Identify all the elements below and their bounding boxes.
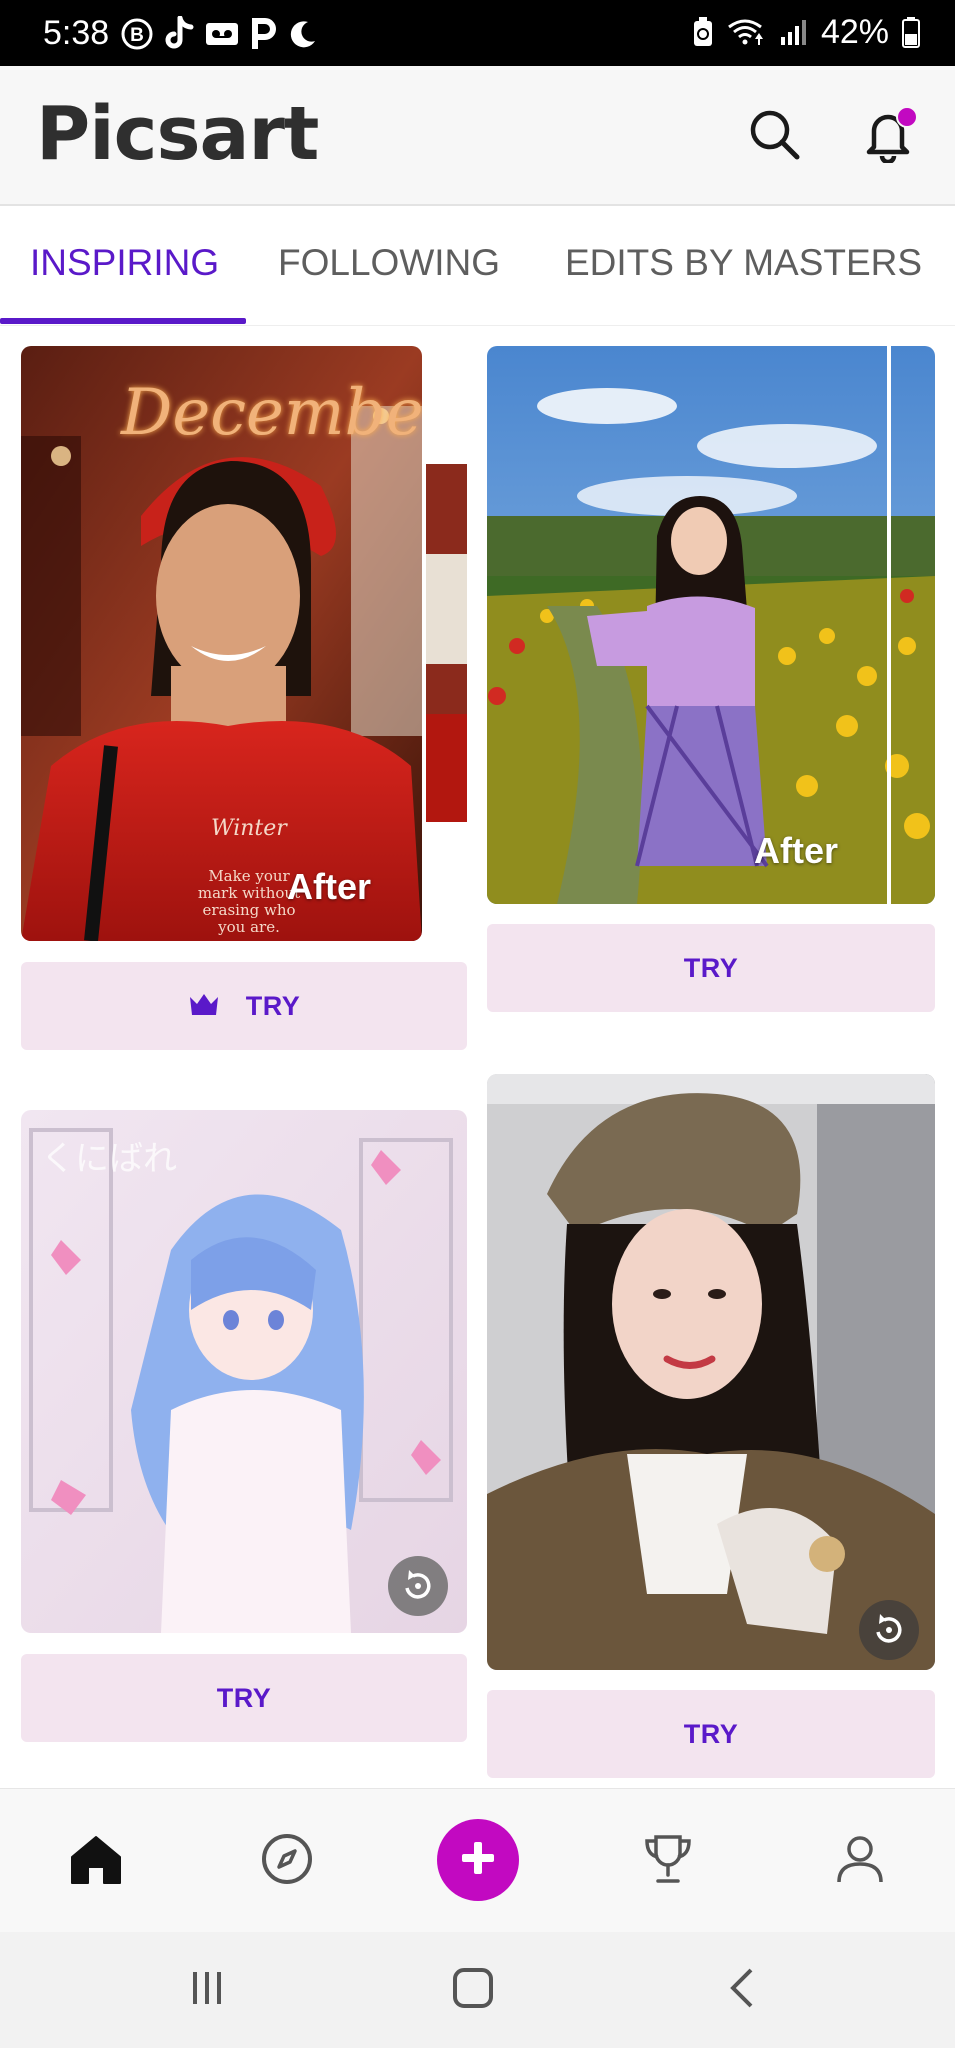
feed-card-image-4[interactable] <box>487 1074 935 1670</box>
screen: 5:38 B 42% Picsart INSPIRING FOLLOWING E… <box>0 0 955 2048</box>
picsart-logo[interactable]: Picsart <box>36 94 319 174</box>
feed-card-image-2[interactable]: After <box>487 346 935 904</box>
replay-icon[interactable] <box>387 1555 449 1617</box>
try-label: TRY <box>683 1718 739 1749</box>
tiktok-icon <box>164 16 194 52</box>
nav-explore[interactable] <box>249 1823 325 1899</box>
try-label: TRY <box>245 990 301 1021</box>
try-button-1[interactable]: TRY <box>21 962 467 1050</box>
try-button-4[interactable]: TRY <box>487 1690 935 1778</box>
battery-percent: 42% <box>820 12 889 51</box>
tab-inspiring[interactable]: INSPIRING <box>30 242 219 284</box>
feed-tabs: INSPIRING FOLLOWING EDITS BY MASTERS <box>0 206 955 326</box>
card-overlay-title: December <box>121 376 422 450</box>
home-icon <box>68 1831 124 1892</box>
home-button-icon <box>451 1966 495 2015</box>
feed-card-image-1[interactable]: December Winter Make your mark without e… <box>21 346 422 941</box>
voicemail-icon <box>204 16 240 52</box>
plus-icon <box>456 1836 500 1885</box>
recycle-icon <box>691 14 715 50</box>
tab-edits-by-masters[interactable]: EDITS BY MASTERS <box>565 242 922 284</box>
home-button[interactable] <box>438 1960 508 2020</box>
tab-indicator <box>0 318 246 324</box>
back-button[interactable] <box>708 1960 778 2020</box>
status-icons-left: B <box>120 14 318 54</box>
try-label: TRY <box>216 1682 272 1713</box>
recents-icon <box>187 1968 227 2013</box>
card-caption-title: Winter <box>211 816 287 841</box>
status-icons-right: 42% <box>691 12 921 52</box>
wifi-icon <box>727 14 767 50</box>
before-slice <box>426 464 467 822</box>
p-icon <box>250 16 278 52</box>
notifications-button[interactable] <box>856 104 920 168</box>
trophy-icon <box>640 1831 696 1892</box>
profile-icon <box>833 1832 887 1891</box>
feed-card-image-3[interactable]: くにばれ <box>21 1110 467 1633</box>
bottom-nav <box>0 1788 955 1932</box>
nav-challenges[interactable] <box>630 1823 706 1899</box>
battery-icon <box>901 14 921 50</box>
search-button[interactable] <box>742 104 806 168</box>
app-header: Picsart <box>0 66 955 206</box>
after-label: After <box>754 830 839 871</box>
svg-text:くにばれ: くにばれ <box>41 1139 177 1179</box>
notification-dot <box>896 106 918 128</box>
signal-icon <box>779 14 809 50</box>
status-bar: 5:38 B 42% <box>0 0 955 66</box>
system-nav-bar <box>0 1932 955 2048</box>
crown-icon <box>188 991 220 1022</box>
try-button-3[interactable]: TRY <box>21 1654 467 1742</box>
compass-icon <box>260 1832 314 1891</box>
recents-button[interactable] <box>172 1960 242 2020</box>
svg-text:B: B <box>130 25 144 46</box>
b-badge-icon: B <box>120 16 154 52</box>
nav-profile[interactable] <box>822 1823 898 1899</box>
moon-icon <box>288 16 318 52</box>
back-icon <box>723 1966 763 2015</box>
search-icon <box>747 107 801 166</box>
try-label: TRY <box>683 952 739 983</box>
replay-icon[interactable] <box>858 1599 920 1661</box>
tab-following[interactable]: FOLLOWING <box>278 242 500 284</box>
try-button-2[interactable]: TRY <box>487 924 935 1012</box>
nav-home[interactable] <box>58 1823 134 1899</box>
create-button[interactable] <box>437 1819 519 1901</box>
after-label: After <box>287 866 372 907</box>
status-time: 5:38 <box>43 14 110 52</box>
